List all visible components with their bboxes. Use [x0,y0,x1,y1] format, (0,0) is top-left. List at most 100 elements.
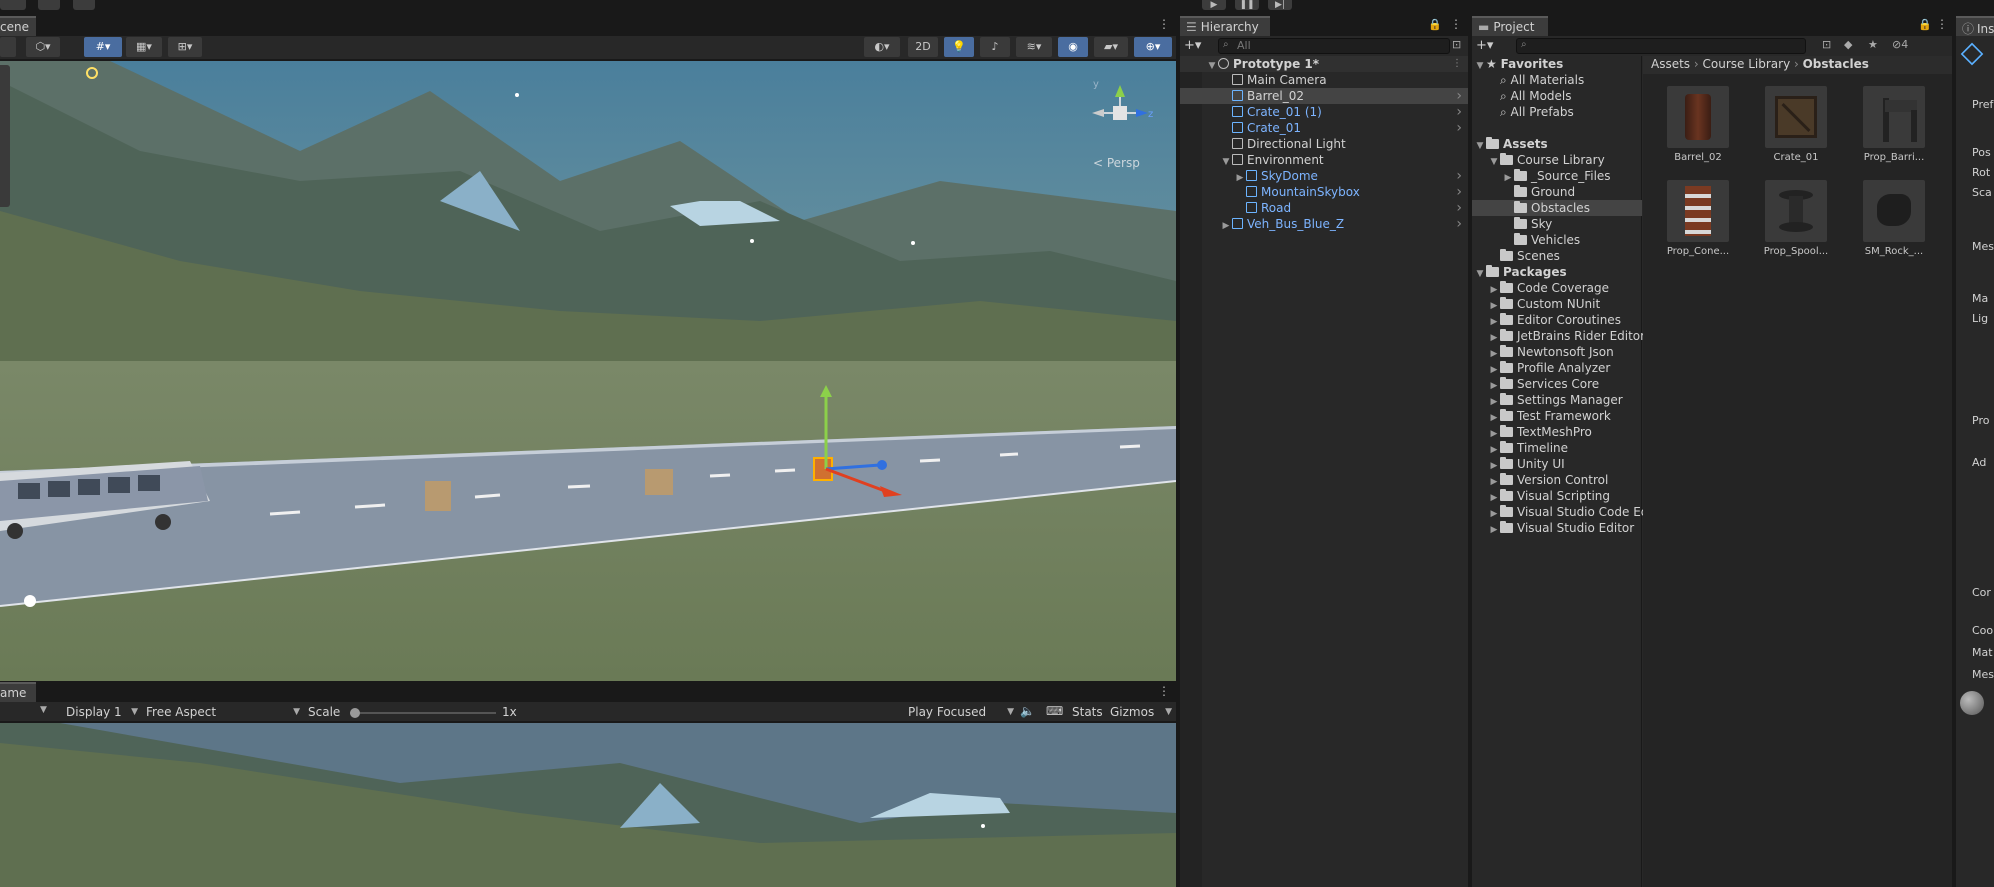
aspect-dropdown[interactable]: Free Aspect ▼ [140,703,300,721]
project-tree-item[interactable]: ▶ Editor Coroutines [1472,312,1642,328]
scene-filter-icon[interactable]: ⊡ [1452,38,1461,51]
chevron-right-icon[interactable]: › [1456,88,1462,104]
lock-icon[interactable]: 🔒 [1428,18,1442,31]
hierarchy-row[interactable]: ▼ Prototype 1* ⋮ [1180,56,1468,72]
visibility-toggle-icon[interactable]: ◉ [1058,37,1088,57]
hierarchy-row[interactable]: Barrel_02 › [1180,88,1468,104]
cloud-button[interactable] [73,0,95,10]
game-more-icon[interactable]: ⋮ [1158,684,1170,698]
project-tree-item[interactable]: ▶ Timeline [1472,440,1642,456]
project-tree-item[interactable]: ▶ Custom NUnit [1472,296,1642,312]
asset-item[interactable]: Prop_Spool... [1751,180,1841,257]
hidden-packages-button[interactable]: ⊘4 [1892,38,1908,51]
project-tree-item[interactable]: ▼ ★ Favorites [1472,56,1642,72]
asset-item[interactable]: SM_Rock_... [1849,180,1939,257]
project-tree-item[interactable]: Ground [1472,184,1642,200]
chevron-right-icon[interactable]: › [1456,104,1462,120]
mute-audio-icon[interactable]: 🔈 [1020,704,1035,718]
search-by-type-icon[interactable]: ⊡ [1822,38,1831,51]
shading-mode-button[interactable]: ◐▾ [864,37,900,57]
grid-visibility-button[interactable]: ▦▾ [126,37,162,57]
project-tree-item[interactable]: ▼ Packages [1472,264,1642,280]
keyboard-icon[interactable]: ⌨ [1046,704,1063,718]
chevron-right-icon[interactable]: › [1456,200,1462,216]
project-tree-item[interactable]: ▶ Visual Studio Editor [1472,520,1642,536]
fold-arrow-icon[interactable]: ▶ [1488,522,1500,538]
favorite-icon[interactable]: ★ [1868,38,1878,51]
breadcrumb-item[interactable]: Assets [1651,57,1690,71]
asset-item[interactable]: Crate_01 [1751,86,1841,163]
breadcrumb-item[interactable]: Course Library [1703,57,1791,71]
hierarchy-row[interactable]: Road › [1180,200,1468,216]
chevron-right-icon[interactable]: › [1456,120,1462,136]
stats-button[interactable]: Stats [1072,703,1103,721]
fold-arrow-icon[interactable]: ▶ [1220,218,1232,234]
project-tree-item[interactable]: ▶ Version Control [1472,472,1642,488]
project-tree-item[interactable]: ▶ Settings Manager [1472,392,1642,408]
project-tree-item[interactable]: ▶ _Source_Files [1472,168,1642,184]
play-mode-dropdown[interactable]: Play Focused ▼ [908,703,1014,721]
hierarchy-row[interactable]: Directional Light [1180,136,1468,152]
tab-scene[interactable]: cene [0,16,36,36]
asset-item[interactable]: Prop_Cone... [1653,180,1743,257]
chevron-right-icon[interactable]: › [1456,168,1462,184]
gizmos-dropdown[interactable]: Gizmos ▼ [1110,703,1172,721]
project-tree-item[interactable]: ▶ Unity UI [1472,456,1642,472]
chevron-right-icon[interactable]: › [1456,184,1462,200]
tab-game[interactable]: ame [0,682,36,702]
scale-slider-handle[interactable] [350,708,360,718]
hierarchy-row[interactable]: Crate_01 › [1180,120,1468,136]
project-tree-item[interactable]: ▶ JetBrains Rider Editor [1472,328,1645,344]
project-tree-item[interactable]: Sky [1472,216,1642,232]
asset-item[interactable]: Prop_Barri... [1849,86,1939,163]
game-tab-dropdown-icon[interactable]: ▼ [40,705,47,715]
hierarchy-row[interactable]: Crate_01 (1) › [1180,104,1468,120]
tool-overlay[interactable] [0,65,10,207]
breadcrumb-item[interactable]: Obstacles [1803,57,1869,71]
audio-toggle-icon[interactable]: ♪ [980,37,1010,57]
scale-slider[interactable] [350,708,496,718]
project-tree-item[interactable]: ⌕ All Models [1472,88,1642,104]
menu-button[interactable] [0,0,26,10]
step-icon[interactable]: ▶| [1268,0,1292,10]
tab-hierarchy[interactable]: ☰ Hierarchy [1180,16,1270,36]
scene-more-icon[interactable]: ⋮ [1452,56,1462,72]
hierarchy-row[interactable]: ▼ Environment [1180,152,1468,168]
project-tree-item[interactable]: ▶ Services Core [1472,376,1642,392]
play-icon[interactable]: ▶ [1202,0,1226,10]
project-tree-item[interactable]: Vehicles [1472,232,1642,248]
tab-inspector[interactable]: ⓘ Ins [1956,16,1994,36]
project-tree-item[interactable]: ▼ Assets [1472,136,1642,152]
tool-handle-button[interactable] [0,37,16,57]
search-by-label-icon[interactable]: ◆ [1844,38,1852,51]
scene-more-icon[interactable]: ⋮ [1158,17,1170,31]
project-tree-item[interactable]: ▶ Test Framework [1472,408,1642,424]
game-viewport[interactable] [0,723,1176,887]
project-tree-item[interactable]: Obstacles [1472,200,1642,216]
grid-snap-button[interactable]: #▾ [84,37,122,57]
hierarchy-row[interactable]: ▶ SkyDome › [1180,168,1468,184]
project-tree-item[interactable]: ⌕ All Prefabs [1472,104,1642,120]
create-plus-icon[interactable]: +▾ [1476,38,1493,53]
persp-label[interactable]: < Persp [1093,156,1140,170]
scene-viewport[interactable]: y z < Persp [0,61,1176,681]
display-dropdown[interactable]: Display 1 ▼ [58,703,138,721]
project-tree-item[interactable]: ▶ Profile Analyzer [1472,360,1642,376]
hierarchy-more-icon[interactable]: ⋮ [1450,17,1462,31]
project-more-icon[interactable]: ⋮ [1936,17,1948,31]
pause-icon[interactable]: ❚❚ [1235,0,1259,10]
project-tree-item[interactable]: ▼ Course Library [1472,152,1642,168]
project-tree-item[interactable]: ▶ TextMeshPro [1472,424,1642,440]
hierarchy-row[interactable]: MountainSkybox › [1180,184,1468,200]
gizmos-toggle-icon[interactable]: ⊕▾ [1134,37,1172,57]
hierarchy-row[interactable]: ▶ Veh_Bus_Blue_Z › [1180,216,1468,232]
asset-item[interactable]: Barrel_02 [1653,86,1743,163]
project-tree-item[interactable]: ▶ Newtonsoft Json [1472,344,1642,360]
project-search-input[interactable]: ⌕ [1516,38,1806,54]
draw-mode-button[interactable]: ⬡▾ [26,37,60,57]
project-tree-item[interactable]: ▶ Visual Studio Code Ed [1472,504,1648,520]
create-plus-icon[interactable]: +▾ [1184,38,1201,53]
mode-2d-button[interactable]: 2D [908,37,938,57]
lighting-toggle-icon[interactable]: 💡 [944,37,974,57]
lock-icon[interactable]: 🔒 [1918,18,1932,31]
